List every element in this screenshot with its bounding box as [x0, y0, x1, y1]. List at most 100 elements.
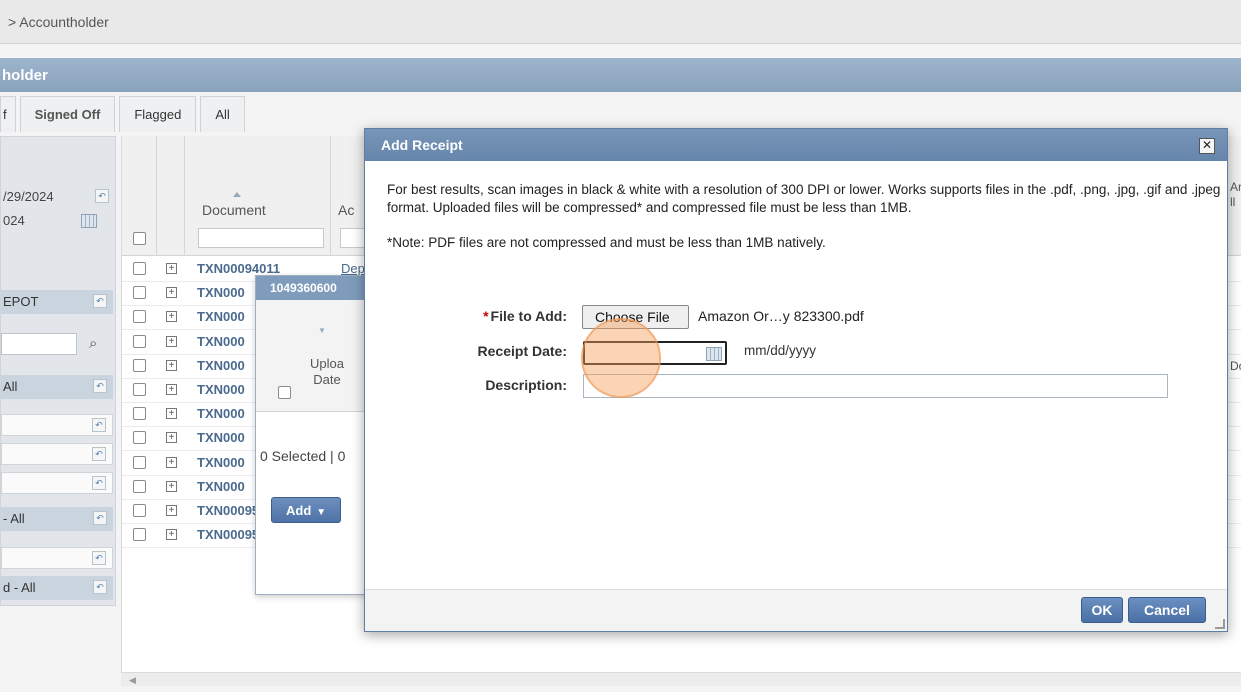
document-filter-input[interactable]: [198, 228, 324, 248]
grid-doc-link[interactable]: TXN000: [197, 455, 245, 470]
expand-plus-icon[interactable]: +: [166, 311, 177, 323]
calendar-icon[interactable]: [706, 347, 722, 361]
reset-icon[interactable]: ↶: [93, 379, 107, 393]
tab-partial[interactable]: f: [0, 96, 16, 132]
row-checkbox[interactable]: [133, 310, 146, 324]
expand-plus-icon[interactable]: +: [166, 480, 177, 492]
scroll-left-icon[interactable]: ◀: [129, 675, 136, 686]
filter-select-5[interactable]: - All ↶: [1, 507, 113, 531]
document-column-header[interactable]: Document: [202, 202, 266, 218]
status-tabs: f Signed Off Flagged All: [0, 96, 249, 132]
filter-select-2[interactable]: ↶: [1, 414, 113, 436]
search-icon[interactable]: ⌕: [89, 335, 97, 352]
grid-doc-link[interactable]: TXN000: [197, 334, 245, 349]
receipt-date-input[interactable]: [583, 341, 727, 365]
file-to-add-label-text: File to Add:: [490, 308, 567, 324]
filter-select-4[interactable]: ↶: [1, 472, 113, 494]
filter-select-7[interactable]: d - All ↶: [1, 576, 113, 600]
receipts-window: 1049360600 ▼ Uploa Date 0 Selected | 0 A…: [255, 275, 375, 595]
add-button-label: Add: [286, 503, 312, 518]
expand-plus-icon[interactable]: +: [166, 505, 177, 516]
grid-doc-link[interactable]: TXN000: [197, 479, 245, 494]
filter-panel: /29/2024 ↶ 024 EPOT ↶ ⌕ All ↶ ↶ ↶ ↶ - Al…: [0, 136, 116, 606]
calendar-icon[interactable]: [81, 214, 97, 228]
ok-button[interactable]: OK: [1081, 597, 1123, 623]
add-receipt-dialog: Add Receipt ✕ For best results, scan ima…: [364, 128, 1228, 632]
reset-icon[interactable]: ↶: [95, 189, 109, 203]
reset-icon[interactable]: ↶: [93, 580, 107, 594]
expand-plus-icon[interactable]: +: [166, 359, 177, 371]
grid-doc-link[interactable]: TXN000: [197, 430, 245, 445]
row-checkbox[interactable]: [133, 383, 146, 396]
search-input[interactable]: [1, 333, 77, 355]
expand-plus-icon[interactable]: +: [166, 263, 177, 274]
reset-icon[interactable]: ↶: [92, 447, 106, 461]
vendor-value: EPOT: [3, 294, 39, 309]
grid-doc-link[interactable]: TXN000: [197, 358, 245, 373]
expand-plus-icon[interactable]: +: [166, 335, 177, 347]
date-to-row: 024: [1, 203, 113, 228]
row-checkbox[interactable]: [133, 286, 146, 300]
dialog-title: Add Receipt: [365, 129, 1227, 161]
required-marker: *: [483, 308, 489, 324]
expand-plus-icon[interactable]: +: [166, 456, 177, 468]
close-icon[interactable]: ✕: [1199, 138, 1215, 154]
row-checkbox[interactable]: [133, 528, 146, 542]
reset-icon[interactable]: ↶: [92, 476, 106, 490]
row-checkbox[interactable]: [133, 358, 146, 372]
upload-date-header[interactable]: Uploa Date: [310, 356, 344, 388]
row-checkbox[interactable]: [133, 431, 146, 445]
grid-doc-link[interactable]: TXN000: [197, 382, 245, 397]
date-from-value[interactable]: /29/2024: [3, 189, 54, 204]
cancel-button[interactable]: Cancel: [1128, 597, 1206, 623]
selected-file-name: Amazon Or…y 823300.pdf: [698, 308, 864, 324]
partial-header-text: Do: [1230, 359, 1241, 373]
reset-icon[interactable]: ↶: [92, 551, 106, 565]
expand-plus-icon[interactable]: +: [166, 287, 177, 299]
partial-header-text: ll: [1230, 195, 1236, 209]
select-all-receipts-checkbox[interactable]: [278, 386, 291, 399]
expand-plus-icon[interactable]: +: [166, 384, 177, 395]
description-label: Description:: [485, 377, 567, 393]
reset-icon[interactable]: ↶: [93, 511, 107, 525]
grid-doc-link[interactable]: TXN000: [197, 309, 245, 324]
filter-select-3[interactable]: ↶: [1, 443, 113, 465]
vendor-filter[interactable]: EPOT ↶: [1, 290, 113, 314]
spacer: [0, 44, 1241, 58]
select-all-checkbox[interactable]: [133, 232, 146, 245]
date-to-value[interactable]: 024: [3, 213, 25, 228]
grid-doc-link[interactable]: TXN00094011: [197, 261, 280, 276]
resize-handle[interactable]: [1215, 619, 1225, 629]
partial-header-text: Ar: [1230, 180, 1241, 194]
horizontal-scrollbar[interactable]: ◀: [121, 672, 1241, 686]
add-button[interactable]: Add ▼: [271, 497, 341, 523]
account-column-header[interactable]: Ac: [338, 202, 354, 218]
receipts-window-title: 1049360600: [256, 276, 374, 300]
breadcrumb: > Accountholder: [0, 0, 1241, 44]
tab-flagged[interactable]: Flagged: [119, 96, 197, 132]
grid-doc-link[interactable]: TXN000: [197, 285, 245, 300]
filter-value: - All: [3, 511, 25, 526]
reset-icon[interactable]: ↶: [93, 294, 107, 308]
filter-select-6[interactable]: ↶: [1, 547, 113, 569]
file-to-add-label: * File to Add:: [387, 308, 567, 324]
row-checkbox[interactable]: [133, 407, 146, 421]
row-checkbox[interactable]: [133, 262, 146, 275]
reset-icon[interactable]: ↶: [92, 418, 106, 432]
receipts-grid-header: ▼ Uploa Date: [256, 300, 374, 412]
filter-select-1[interactable]: All ↶: [1, 375, 113, 399]
expand-plus-icon[interactable]: +: [166, 529, 177, 541]
expand-plus-icon[interactable]: +: [166, 408, 177, 420]
row-checkbox[interactable]: [133, 334, 146, 348]
row-checkbox[interactable]: [133, 479, 146, 493]
row-checkbox[interactable]: [133, 504, 146, 517]
tab-signed-off[interactable]: Signed Off: [19, 96, 116, 132]
choose-file-button[interactable]: Choose File: [582, 305, 689, 329]
expand-plus-icon[interactable]: +: [166, 432, 177, 444]
grid-account-link[interactable]: Dep: [341, 261, 365, 276]
tab-all[interactable]: All: [200, 96, 245, 132]
grid-doc-link[interactable]: TXN000: [197, 406, 245, 421]
row-checkbox[interactable]: [133, 455, 146, 469]
sort-desc-icon: ▼: [318, 326, 326, 335]
description-input[interactable]: [583, 374, 1168, 398]
